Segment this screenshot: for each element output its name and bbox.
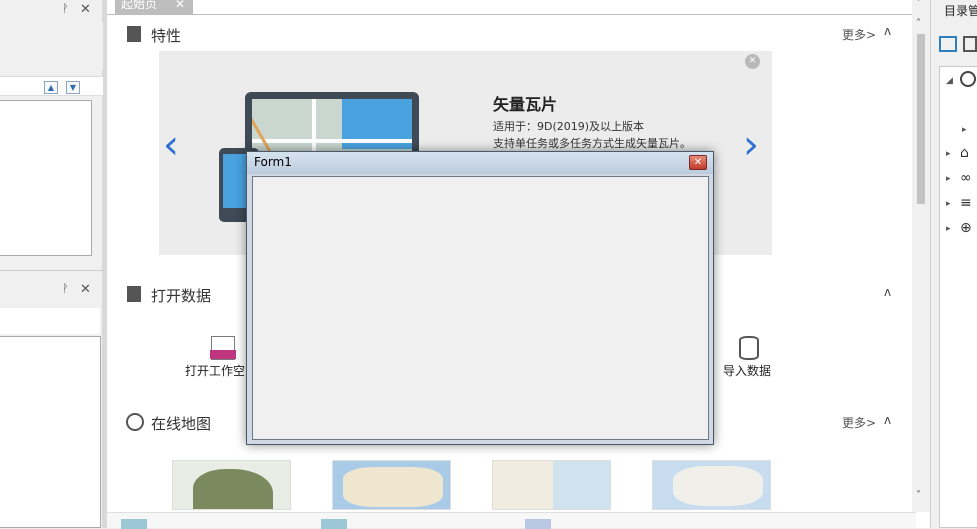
open-workspace-button[interactable]: 打开工作空间 (177, 334, 257, 378)
collapse-icon[interactable]: ʌ (884, 413, 891, 427)
tab-label: 起始页 (121, 0, 158, 11)
collapse-icon[interactable]: ʌ (884, 24, 891, 38)
new-folder-icon[interactable] (939, 36, 957, 52)
output-window[interactable] (0, 336, 101, 528)
home-icon: ⌂ (960, 145, 969, 161)
map-thumbnail-terrain[interactable] (172, 460, 291, 510)
tab-close-icon[interactable]: ✕ (175, 0, 185, 12)
expand-icon[interactable]: ▸ (946, 224, 951, 234)
scroll-down-arrow[interactable]: ˅ (916, 490, 921, 501)
map-thumbnail-streets[interactable] (492, 460, 611, 510)
link-icon: ∞ (960, 170, 972, 186)
delete-icon[interactable] (963, 36, 977, 52)
features-more-link[interactable]: 更多> (842, 26, 876, 43)
dock-header-1: ᚹ ✕ (0, 0, 103, 22)
property-list[interactable] (0, 100, 92, 256)
close-icon[interactable]: ✕ (80, 2, 91, 17)
scroll-down-arrow[interactable]: ˅ (916, 0, 921, 9)
expand-icon[interactable]: ▸ (946, 174, 951, 184)
pin-icon[interactable]: ᚹ (62, 282, 69, 295)
spin-up-button[interactable]: ▲ (44, 81, 58, 94)
pin-icon[interactable]: ᚹ (62, 2, 69, 15)
globe-icon: ⊕ (960, 220, 972, 236)
form1-dialog[interactable]: Form1 ✕ (246, 151, 714, 445)
online-map-more-link[interactable]: 更多> (842, 414, 876, 431)
catalog-tree[interactable]: ◢ ▸ ▸ ⌂ ▸ ∞ ▸ ≡ ▸ ⊕ (939, 66, 977, 528)
dock-header-2: ᚹ ✕ (0, 280, 103, 302)
bottom-strip (107, 512, 916, 529)
dialog-titlebar[interactable]: Form1 ✕ (247, 152, 713, 174)
map-thumbnail-world[interactable] (332, 460, 451, 510)
divider (0, 270, 103, 271)
database-icon: ≡ (960, 195, 972, 211)
banner-close-icon[interactable]: ✕ (745, 54, 760, 69)
banner-line1: 适用于：9D(2019)及以上版本 (493, 120, 645, 133)
dialog-close-button[interactable]: ✕ (689, 155, 707, 170)
document-icon (127, 286, 141, 302)
property-header: ▲ ▼ (0, 76, 103, 96)
tab-start-page[interactable]: 起始页 ✕ (115, 0, 193, 14)
document-icon (127, 26, 141, 42)
catalog-panel: 目录管理 ◢ ▸ ▸ ⌂ ▸ ∞ ▸ ≡ ▸ ⊕ (930, 0, 977, 528)
clock-icon (960, 71, 976, 87)
map-thumbnail-blue[interactable] (652, 460, 771, 510)
left-dock: ᚹ ✕ ▲ ▼ ᚹ ✕ (0, 0, 103, 528)
database-import-icon (739, 336, 759, 360)
vertical-scrollbar[interactable]: ˅ ˄ ˅ (912, 0, 930, 512)
scroll-thumb[interactable] (917, 34, 925, 204)
dialog-title: Form1 (254, 155, 292, 169)
close-icon[interactable]: ✕ (80, 282, 91, 297)
import-data-label: 导入数据 (723, 364, 772, 378)
dock-toolbar (0, 22, 103, 70)
tab-underline (107, 14, 916, 15)
section-title-online-map: 在线地图 (151, 415, 212, 433)
expand-icon[interactable]: ◢ (946, 76, 953, 86)
section-title-open-data: 打开数据 (151, 287, 212, 305)
banner-heading: 矢量瓦片 (493, 95, 558, 114)
spin-down-button[interactable]: ▼ (66, 81, 80, 94)
banner-next-arrow[interactable]: › (743, 122, 759, 168)
dialog-client-area[interactable] (252, 176, 709, 440)
import-data-button[interactable]: 导入数据 (719, 334, 779, 378)
output-toolbar (0, 308, 100, 334)
expand-icon[interactable]: ▸ (946, 149, 951, 159)
expand-icon[interactable]: ▸ (962, 125, 967, 135)
catalog-title: 目录管理 (944, 4, 977, 18)
section-title-features: 特性 (151, 27, 182, 45)
scroll-up-arrow[interactable]: ˄ (916, 18, 921, 29)
collapse-icon[interactable]: ʌ (884, 285, 891, 299)
banner-line2: 支持单任务或多任务方式生成矢量瓦片。 (493, 137, 691, 150)
smwu-file-icon (210, 336, 236, 360)
globe-icon (126, 413, 144, 431)
banner-prev-arrow[interactable]: ‹ (163, 122, 179, 168)
expand-icon[interactable]: ▸ (946, 199, 951, 209)
